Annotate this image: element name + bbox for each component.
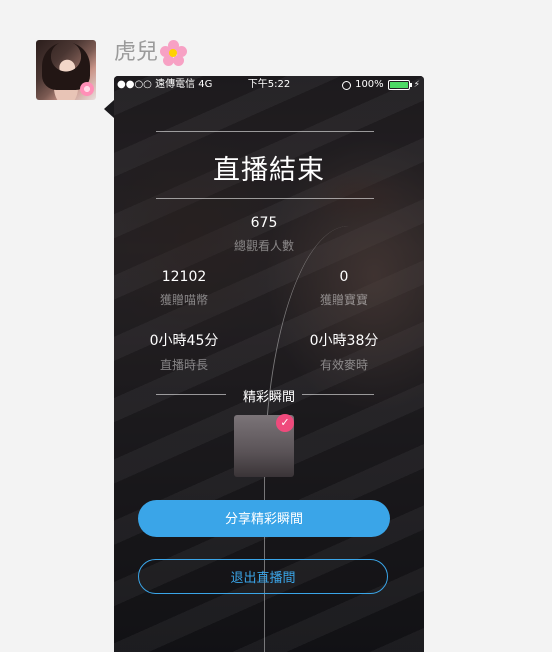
stat-value: 0小時45分 [149, 333, 219, 349]
sender-name: 虎兒 [114, 38, 188, 68]
divider-title-bottom [156, 198, 374, 199]
stat-label: 獲贈喵幣 [159, 293, 208, 307]
exit-live-room-button[interactable]: 退出直播間 [138, 559, 388, 594]
thumbnail-preview [242, 425, 286, 469]
status-bar: ●●○○ 遠傳電信 4G 下午5:22 100% ⚡ [114, 76, 424, 94]
stat-duration: 0小時45分 直播時長 [119, 330, 249, 373]
stat-treasures: 0 獲贈寶寶 [279, 269, 409, 308]
battery-percent: 100% [355, 79, 384, 90]
stat-value: 0小時38分 [309, 333, 379, 349]
stat-value: 12102 [161, 269, 207, 285]
avatar[interactable] [36, 40, 96, 100]
stat-value: 675 [250, 215, 278, 231]
stat-mic-time: 0小時38分 有效麥時 [279, 330, 409, 373]
live-end-panel: 直播結束 675 總觀看人數 12102 獲贈喵幣 0 獲贈寶寶 0小時45分 … [114, 76, 424, 652]
check-icon[interactable]: ✓ [276, 414, 294, 432]
highlights-label: 精彩瞬間 [242, 390, 295, 405]
stat-label: 直播時長 [159, 358, 208, 372]
sender-name-text: 虎兒 [114, 40, 159, 65]
stat-value: 0 [339, 269, 349, 285]
charging-bolt-icon: ⚡ [413, 80, 420, 90]
battery-icon [387, 80, 412, 90]
stat-label: 獲贈寶寶 [319, 293, 368, 307]
stat-coins: 12102 獲贈喵幣 [119, 269, 249, 308]
cherry-blossom-icon [160, 40, 188, 66]
divider-highlights-right [302, 394, 374, 395]
rotation-lock-icon [342, 80, 352, 90]
stat-label: 總觀看人數 [233, 239, 294, 253]
share-highlights-button[interactable]: 分享精彩瞬間 [138, 500, 390, 537]
divider-top [156, 131, 374, 132]
shared-screenshot[interactable]: ●●○○ 遠傳電信 4G 下午5:22 100% ⚡ 直播結束 675 總觀看人… [114, 76, 424, 652]
stat-label: 有效麥時 [319, 358, 368, 372]
page-title: 直播結束 [213, 155, 325, 186]
stat-total-viewers: 675 總觀看人數 [199, 215, 329, 254]
bubble-tail [104, 100, 114, 118]
hair-flower-icon [80, 82, 94, 96]
status-right: 100% ⚡ [342, 76, 420, 94]
